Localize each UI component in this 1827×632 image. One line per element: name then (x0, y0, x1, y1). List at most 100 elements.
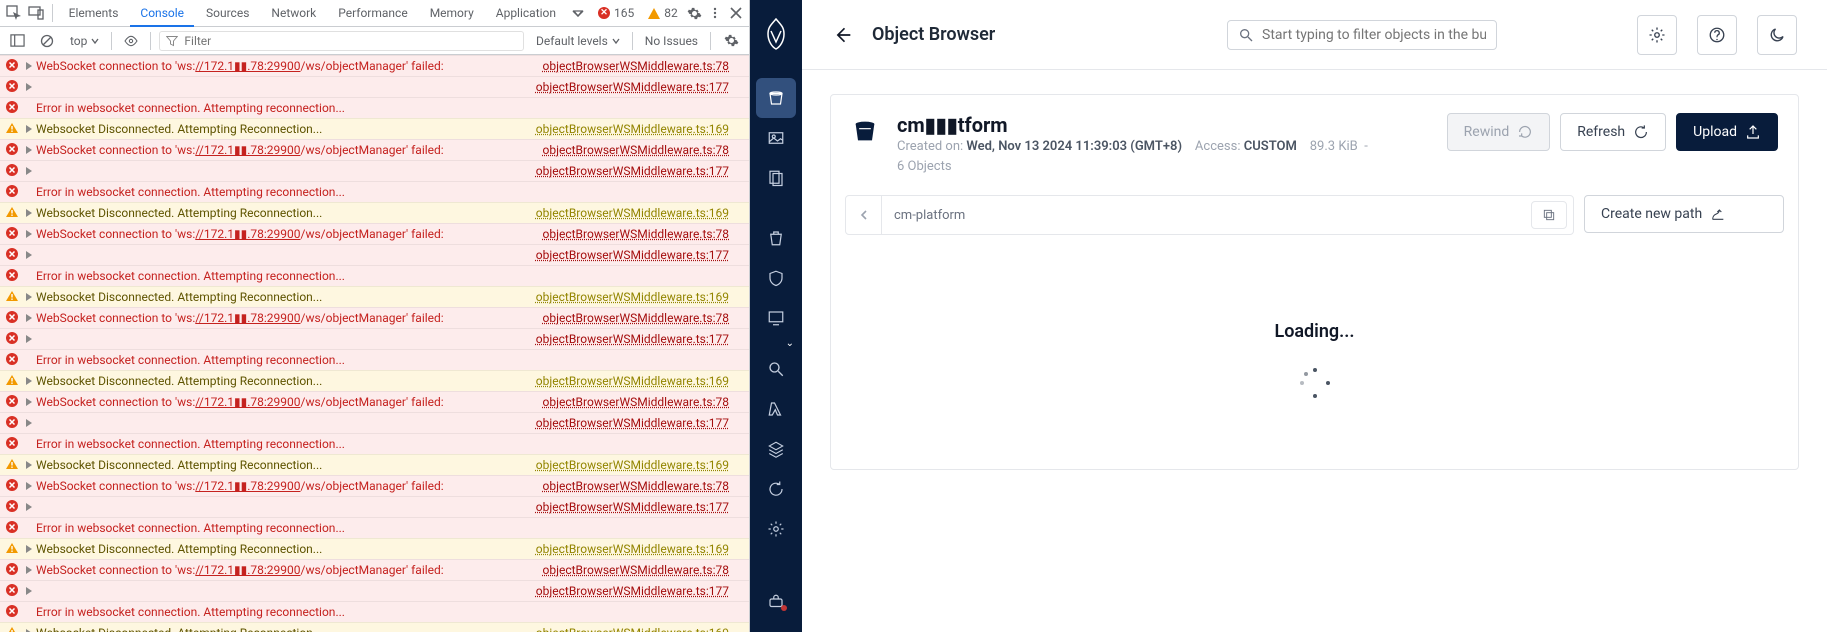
nav-sync-icon[interactable] (756, 469, 796, 509)
log-source-link[interactable]: objectBrowserWSMiddleware.ts:169 (536, 205, 729, 221)
app-logo-icon[interactable] (756, 10, 796, 58)
nav-files-icon[interactable] (756, 158, 796, 198)
expand-caret-icon[interactable] (26, 146, 32, 154)
kebab-icon[interactable] (706, 1, 724, 25)
nav-search-icon[interactable] (756, 349, 796, 389)
log-source-link[interactable]: objectBrowserWSMiddleware.ts:78 (543, 478, 729, 494)
console-row[interactable]: Websocket Disconnected. Attempting Recon… (0, 202, 749, 223)
console-row[interactable]: Error in websocket connection. Attemptin… (0, 433, 749, 454)
breadcrumb-path[interactable]: cm-platform (882, 208, 1531, 223)
tab-performance[interactable]: Performance (328, 0, 417, 27)
expand-caret-icon[interactable] (26, 230, 32, 238)
levels-selector[interactable]: Default levels (532, 32, 624, 50)
copy-path-icon[interactable] (1531, 201, 1567, 229)
expand-caret-icon[interactable] (26, 83, 32, 91)
log-source-link[interactable]: objectBrowserWSMiddleware.ts:169 (536, 289, 729, 305)
nav-trash-icon[interactable] (756, 218, 796, 258)
upload-button[interactable]: Upload (1676, 113, 1778, 151)
nav-lambda-icon[interactable] (756, 389, 796, 429)
console-row[interactable]: objectBrowserWSMiddleware.ts:177 (0, 328, 749, 349)
log-source-link[interactable]: objectBrowserWSMiddleware.ts:78 (543, 394, 729, 410)
expand-caret-icon[interactable] (26, 209, 32, 217)
expand-caret-icon[interactable] (26, 335, 32, 343)
console-settings-icon[interactable] (719, 29, 743, 53)
log-source-link[interactable]: objectBrowserWSMiddleware.ts:169 (536, 121, 729, 137)
nav-monitor-icon[interactable] (756, 298, 796, 338)
warning-count-badge[interactable]: 82 (642, 6, 684, 20)
search-input[interactable] (1262, 27, 1486, 43)
tab-sources[interactable]: Sources (196, 0, 259, 27)
nav-support-icon[interactable] (756, 582, 796, 622)
log-source-link[interactable]: objectBrowserWSMiddleware.ts:169 (536, 625, 729, 632)
log-source-link[interactable]: objectBrowserWSMiddleware.ts:169 (536, 541, 729, 557)
expand-caret-icon[interactable] (26, 461, 32, 469)
log-source-link[interactable]: objectBrowserWSMiddleware.ts:177 (536, 499, 729, 515)
console-row[interactable]: objectBrowserWSMiddleware.ts:177 (0, 76, 749, 97)
expand-caret-icon[interactable] (26, 503, 32, 511)
expand-caret-icon[interactable] (26, 125, 32, 133)
log-source-link[interactable]: objectBrowserWSMiddleware.ts:78 (543, 226, 729, 242)
expand-caret-icon[interactable] (26, 587, 32, 595)
console-row[interactable]: Error in websocket connection. Attemptin… (0, 97, 749, 118)
device-icon[interactable] (26, 0, 46, 26)
context-selector[interactable]: top (66, 32, 103, 50)
filter-input[interactable] (184, 34, 517, 48)
console-row[interactable]: objectBrowserWSMiddleware.ts:177 (0, 244, 749, 265)
create-path-button[interactable]: Create new path (1584, 195, 1784, 233)
more-tabs-icon[interactable] (568, 0, 588, 26)
console-row[interactable]: Websocket Disconnected. Attempting Recon… (0, 454, 749, 475)
console-row[interactable]: WebSocket connection to 'ws://172.1▮▮.78… (0, 307, 749, 328)
expand-caret-icon[interactable] (26, 566, 32, 574)
expand-caret-icon[interactable] (26, 482, 32, 490)
log-source-link[interactable]: objectBrowserWSMiddleware.ts:177 (536, 79, 729, 95)
console-output[interactable]: WebSocket connection to 'ws://172.1▮▮.78… (0, 55, 749, 632)
filter-box[interactable] (159, 31, 524, 51)
no-issues-label[interactable]: No Issues (641, 34, 702, 48)
clear-console-icon[interactable] (36, 30, 58, 52)
log-source-link[interactable]: objectBrowserWSMiddleware.ts:177 (536, 163, 729, 179)
log-source-link[interactable]: objectBrowserWSMiddleware.ts:177 (536, 415, 729, 431)
help-button-icon[interactable] (1697, 15, 1737, 55)
log-source-link[interactable]: objectBrowserWSMiddleware.ts:78 (543, 142, 729, 158)
expand-caret-icon[interactable] (26, 545, 32, 553)
gear-icon[interactable] (686, 1, 704, 25)
search-box[interactable] (1227, 20, 1497, 50)
console-row[interactable]: Websocket Disconnected. Attempting Recon… (0, 538, 749, 559)
tab-memory[interactable]: Memory (420, 0, 484, 27)
log-source-link[interactable]: objectBrowserWSMiddleware.ts:78 (543, 562, 729, 578)
log-source-link[interactable]: objectBrowserWSMiddleware.ts:177 (536, 583, 729, 599)
nav-shield-icon[interactable] (756, 258, 796, 298)
expand-caret-icon[interactable] (26, 377, 32, 385)
console-row[interactable]: WebSocket connection to 'ws://172.1▮▮.78… (0, 391, 749, 412)
console-row[interactable]: objectBrowserWSMiddleware.ts:177 (0, 160, 749, 181)
console-row[interactable]: objectBrowserWSMiddleware.ts:177 (0, 580, 749, 601)
tab-elements[interactable]: Elements (59, 0, 129, 27)
console-row[interactable]: Websocket Disconnected. Attempting Recon… (0, 370, 749, 391)
console-row[interactable]: WebSocket connection to 'ws://172.1▮▮.78… (0, 55, 749, 76)
log-source-link[interactable]: objectBrowserWSMiddleware.ts:78 (543, 58, 729, 74)
refresh-button[interactable]: Refresh (1560, 113, 1666, 151)
console-row[interactable]: WebSocket connection to 'ws://172.1▮▮.78… (0, 223, 749, 244)
tab-network[interactable]: Network (261, 0, 326, 27)
expand-caret-icon[interactable] (26, 398, 32, 406)
error-count-badge[interactable]: ✕ 165 (592, 6, 640, 20)
console-row[interactable]: WebSocket connection to 'ws://172.1▮▮.78… (0, 139, 749, 160)
expand-caret-icon[interactable] (26, 314, 32, 322)
inspect-icon[interactable] (4, 0, 24, 26)
nav-gear-icon[interactable] (756, 509, 796, 549)
log-source-link[interactable]: objectBrowserWSMiddleware.ts:169 (536, 457, 729, 473)
theme-button-icon[interactable] (1757, 15, 1797, 55)
settings-button-icon[interactable] (1637, 15, 1677, 55)
log-source-link[interactable]: objectBrowserWSMiddleware.ts:169 (536, 373, 729, 389)
console-row[interactable]: Error in websocket connection. Attemptin… (0, 181, 749, 202)
tab-console[interactable]: Console (130, 0, 194, 27)
path-back-icon[interactable] (846, 196, 882, 234)
expand-caret-icon[interactable] (26, 62, 32, 70)
nav-layers-icon[interactable] (756, 429, 796, 469)
console-row[interactable]: Error in websocket connection. Attemptin… (0, 349, 749, 370)
sidebar-toggle-icon[interactable] (6, 30, 28, 52)
back-arrow-icon[interactable] (832, 25, 852, 45)
nav-images-icon[interactable] (756, 118, 796, 158)
log-source-link[interactable]: objectBrowserWSMiddleware.ts:177 (536, 331, 729, 347)
console-row[interactable]: Error in websocket connection. Attemptin… (0, 265, 749, 286)
